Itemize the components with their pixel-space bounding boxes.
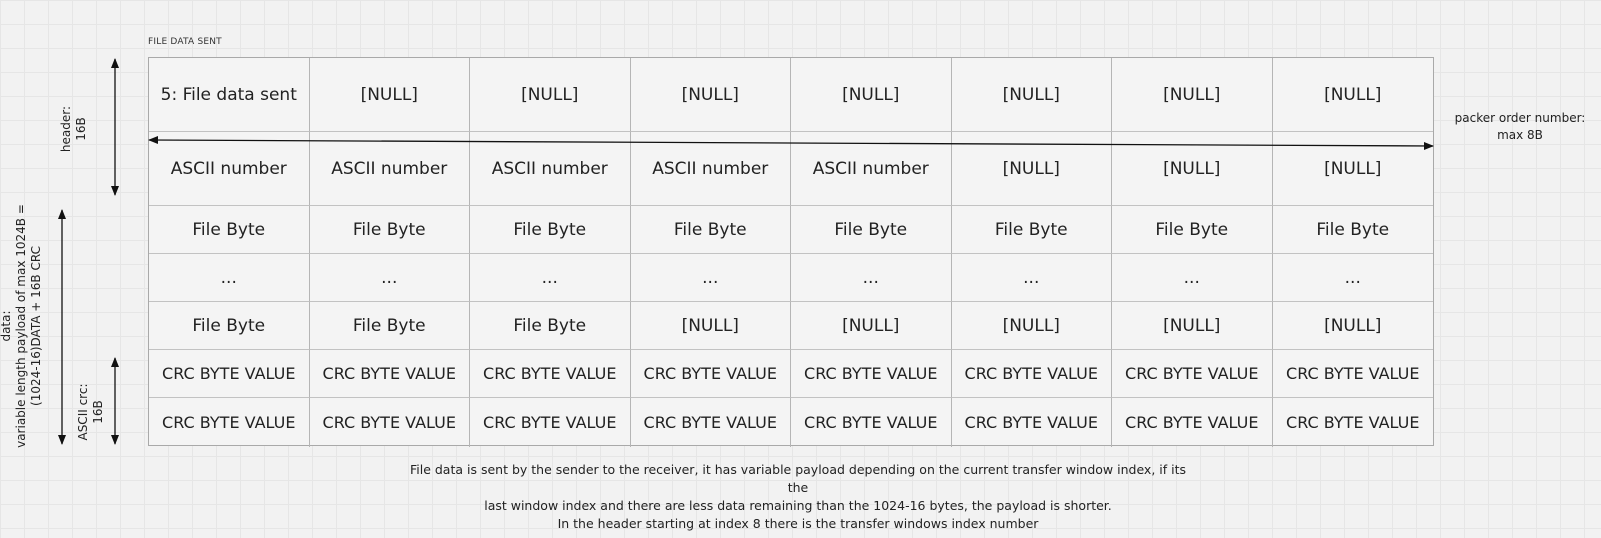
- caption-line-1: File data is sent by the sender to the r…: [409, 462, 1187, 495]
- header-size-value: 16B: [74, 117, 88, 141]
- caption-line-2: last window index and there are less dat…: [484, 498, 1112, 513]
- header-label-line: header:: [59, 105, 73, 153]
- packet-order-size-value: max 8B: [1497, 128, 1543, 142]
- packet-order-arrow: [148, 136, 1434, 150]
- annotation-arrows: [58, 58, 1434, 445]
- packet-order-label-line: packer order number:: [1454, 111, 1586, 125]
- data-size-label: data: variable length payload of max 102…: [0, 201, 47, 451]
- caption-line-3: In the header starting at index 8 there …: [557, 516, 1039, 531]
- caption: File data is sent by the sender to the r…: [398, 461, 1198, 533]
- header-size-label: header: 16B: [59, 89, 91, 169]
- data-label-line-1: data:: [0, 310, 13, 342]
- crc-label-line: ASCII crc:: [76, 383, 90, 441]
- data-label-line-3: (1024-16)DATA + 16B CRC: [29, 246, 43, 406]
- crc-size-label: ASCII crc: 16B: [76, 372, 108, 452]
- data-label-line-2: variable length payload of max 1024B =: [14, 204, 28, 448]
- packet-order-label: packer order number: max 8B: [1440, 110, 1600, 144]
- crc-size-value: 16B: [91, 400, 105, 424]
